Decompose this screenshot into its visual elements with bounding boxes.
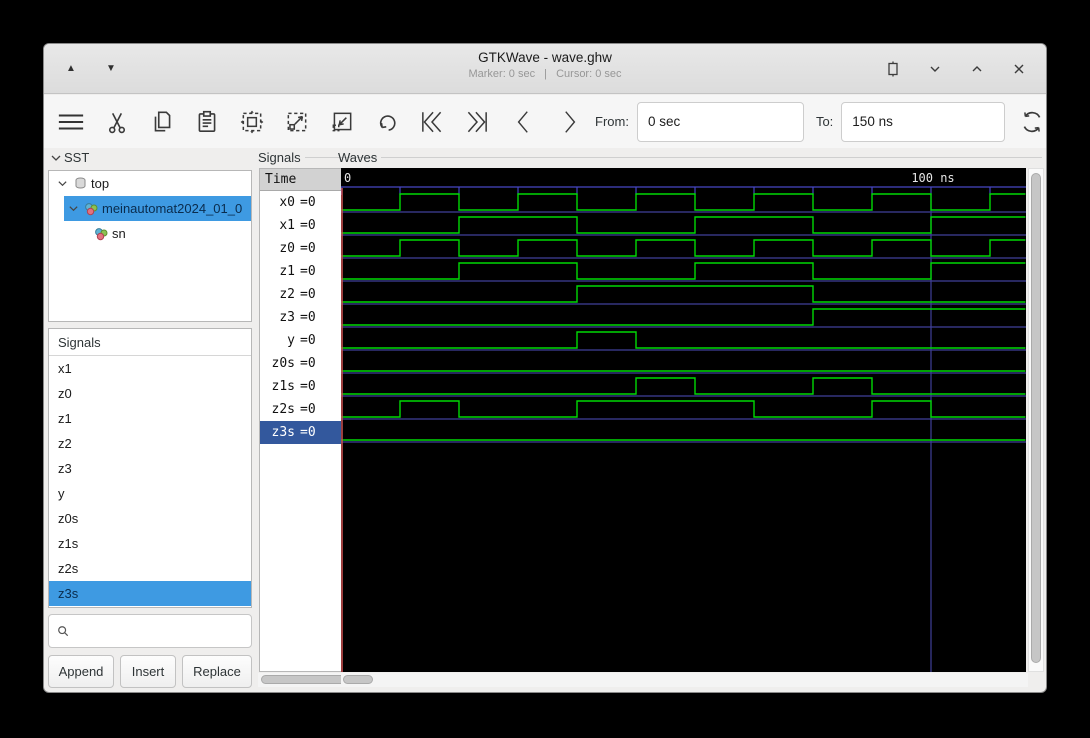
signal-name: y [287,333,295,348]
titlebar: ▲ ▼ GTKWave - wave.ghw Marker: 0 sec | C… [44,44,1046,94]
undo-icon[interactable] [373,108,401,136]
waves-hscroll-thumb[interactable] [343,675,373,684]
to-label: To: [815,114,834,129]
zoom-in-icon[interactable] [283,108,311,136]
hierarchy-db-icon [73,177,87,190]
go-to-start-icon[interactable] [418,108,446,136]
signal-list-item-z3s[interactable]: z3s [49,581,251,606]
toolbar: From: To: [44,95,1046,148]
insert-button[interactable]: Insert [120,655,176,688]
signal-browser-list[interactable]: x1 z0 z1 z2 z3 y z0s z1s z2s z3s [49,356,251,606]
shift-down-button[interactable]: ▼ [100,58,122,80]
status-divider: | [544,68,548,80]
signal-name: z2 [279,287,295,302]
waves-hscrollbar[interactable] [341,673,1028,687]
tree-item-label: sn [112,226,126,241]
signal-name: z1 [279,264,295,279]
signal-value: =0 [300,241,316,256]
names-label-text: Signals [258,150,301,165]
signal-name: z2s [271,402,295,417]
svg-text:100 ns: 100 ns [911,171,954,185]
copy-icon[interactable] [148,108,176,136]
signal-browser: Signals x1 z0 z1 z2 z3 y z0s z1s z2s z3s [48,328,252,608]
minimize-icon[interactable] [926,60,944,78]
wave-canvas[interactable]: 0 100 ns [340,168,1026,672]
menu-icon[interactable] [57,108,85,136]
signal-list-item-x1[interactable]: x1 [49,356,251,381]
gtkwave-window: ▲ ▼ GTKWave - wave.ghw Marker: 0 sec | C… [44,44,1046,692]
waves-vscrollbar[interactable] [1028,168,1044,672]
signal-list-item-z2[interactable]: z2 [49,431,251,456]
to-input[interactable] [841,101,1006,142]
signal-value: =0 [300,333,316,348]
tree-item-sn[interactable]: sn [49,221,251,246]
signal-value: =0 [300,379,316,394]
svg-text:0: 0 [344,171,351,185]
from-label: From: [595,114,629,129]
search-input[interactable] [75,615,251,647]
zoom-fit-icon[interactable] [238,108,266,136]
signal-name: x1 [279,218,295,233]
cursor-status: Cursor: 0 sec [556,68,622,80]
tree-item-label: meinautomat2024_01_0 [102,201,243,216]
signal-search[interactable] [48,614,252,648]
signal-list-item-y[interactable]: y [49,481,251,506]
fit-window-icon[interactable] [884,60,902,78]
component-icon [94,227,108,241]
expander-icon[interactable] [66,203,80,214]
signal-value: =0 [300,402,316,417]
sst-tree[interactable]: top meinautomat2024_01_0sn [48,170,252,322]
signal-value: =0 [300,356,316,371]
shift-up-button[interactable]: ▲ [60,58,82,80]
prev-edge-icon[interactable] [510,108,538,136]
signal-value: =0 [300,264,316,279]
tree-item-meinautomat2024_01_0[interactable]: meinautomat2024_01_0 [49,196,251,221]
signal-name: x0 [279,195,295,210]
component-icon [84,202,98,216]
waves-vscroll-thumb[interactable] [1031,173,1041,663]
signal-list-item-z2s[interactable]: z2s [49,556,251,581]
close-icon[interactable] [1010,60,1028,78]
sst-label-text: SST [64,150,90,165]
signal-list-item-z3[interactable]: z3 [49,456,251,481]
sst-frame-label[interactable]: SST [50,150,89,165]
zoom-out-icon[interactable] [328,108,356,136]
search-icon [58,626,69,637]
paste-icon[interactable] [193,108,221,136]
from-input[interactable] [636,101,804,142]
expander-icon[interactable] [55,178,69,189]
replace-button[interactable]: Replace [182,655,252,688]
next-edge-icon[interactable] [555,108,583,136]
signal-name: z3s [271,425,295,440]
signal-list-item-z1[interactable]: z1 [49,406,251,431]
signal-list-item-z0s[interactable]: z0s [49,506,251,531]
signal-value: =0 [300,310,316,325]
maximize-icon[interactable] [968,60,986,78]
waves-frame-label: Waves [338,150,1042,165]
signal-name: z0s [271,356,295,371]
signal-list-item-z1s[interactable]: z1s [49,531,251,556]
signal-browser-header: Signals [49,329,251,356]
signal-name: z3 [279,310,295,325]
marker-status: Marker: 0 sec [468,68,536,80]
cut-icon[interactable] [103,108,131,136]
waves-label-text: Waves [338,150,378,165]
tree-item-label: top [91,176,110,191]
signal-list-item-z0[interactable]: z0 [49,381,251,406]
signal-value: =0 [300,218,316,233]
signal-name: z0 [279,241,295,256]
signal-value: =0 [300,425,316,440]
signal-name: z1s [271,379,295,394]
reload-icon[interactable] [1018,108,1046,136]
go-to-end-icon[interactable] [463,108,491,136]
append-button[interactable]: Append [48,655,114,688]
signal-value: =0 [300,287,316,302]
signal-value: =0 [300,195,316,210]
tree-item-top[interactable]: top [49,171,251,196]
chevron-down-icon [51,155,61,161]
